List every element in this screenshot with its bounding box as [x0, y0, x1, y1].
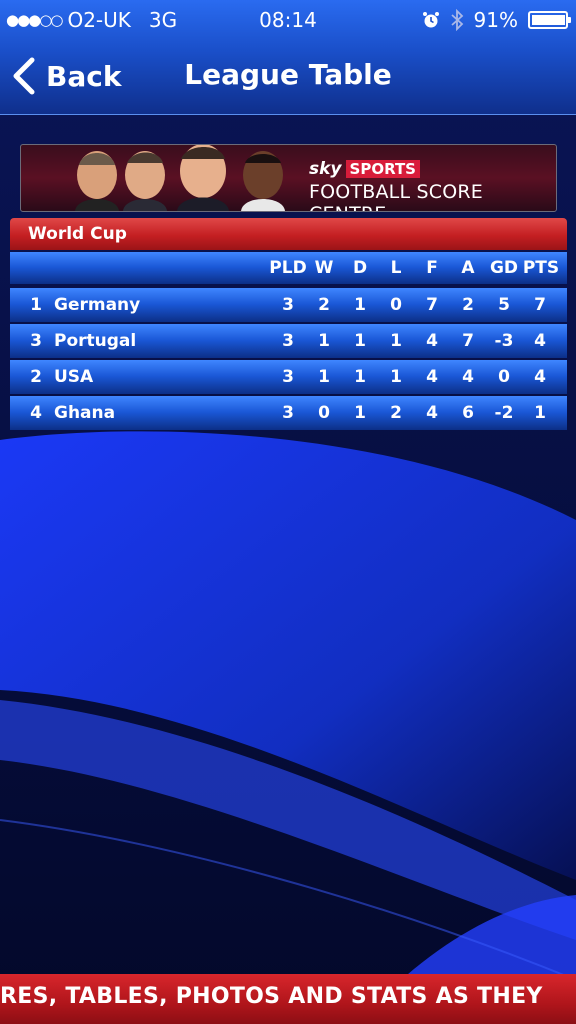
stat-pts: 7 [534, 295, 546, 315]
stat-l: 1 [390, 367, 402, 387]
stat-gd: 0 [498, 367, 510, 387]
team-position: 2 [30, 367, 42, 387]
team-position: 3 [30, 331, 42, 351]
sky-sports-banner: sky SPORTS FOOTBALL SCORE CENTRE [20, 144, 557, 212]
stat-gd: -2 [494, 403, 514, 423]
stat-a: 4 [462, 367, 474, 387]
table-header-row: PLD W D L F A GD PTS [10, 252, 567, 284]
column-header-a: A [461, 258, 475, 278]
table-row[interactable]: 4 Ghana 3 0 1 2 4 6 -2 1 [10, 396, 567, 430]
column-header-gd: GD [489, 258, 519, 278]
table-row[interactable]: 3 Portugal 3 1 1 1 4 7 -3 4 [10, 324, 567, 358]
stat-pld: 3 [282, 403, 294, 423]
stat-a: 6 [462, 403, 474, 423]
team-position: 4 [30, 403, 42, 423]
team-name: USA [54, 367, 94, 387]
bluetooth-icon [450, 9, 463, 31]
stat-pts: 1 [534, 403, 546, 423]
team-position: 1 [30, 295, 42, 315]
stat-f: 7 [426, 295, 438, 315]
stat-d: 1 [354, 295, 366, 315]
brand-sky: sky [309, 159, 342, 179]
stat-w: 1 [318, 367, 330, 387]
status-bar: ●●●○○ O2-UK 3G 08:14 91% [0, 0, 576, 40]
battery-icon [528, 11, 571, 29]
stat-f: 4 [426, 331, 438, 351]
league-table: PLD W D L F A GD PTS 1 Germany 3 2 1 0 7… [10, 252, 567, 432]
stat-d: 1 [354, 367, 366, 387]
column-header-l: L [390, 258, 402, 278]
stat-w: 1 [318, 331, 330, 351]
column-header-pts: PTS [522, 258, 560, 278]
stat-pld: 3 [282, 331, 294, 351]
stat-f: 4 [426, 403, 438, 423]
stat-gd: 5 [498, 295, 510, 315]
column-header-pld: PLD [269, 258, 307, 278]
stat-l: 1 [390, 331, 402, 351]
team-name: Germany [54, 295, 141, 315]
stat-l: 0 [390, 295, 402, 315]
stat-pld: 3 [282, 295, 294, 315]
team-name: Ghana [54, 403, 116, 423]
stat-f: 4 [426, 367, 438, 387]
stat-d: 1 [354, 331, 366, 351]
column-header-d: D [352, 258, 368, 278]
alarm-icon [422, 12, 439, 28]
column-header-f: F [426, 258, 438, 278]
table-row[interactable]: 1 Germany 3 2 1 0 7 2 5 7 [10, 288, 567, 322]
team-name: Portugal [54, 331, 137, 351]
stat-l: 2 [390, 403, 402, 423]
stat-gd: -3 [494, 331, 514, 351]
stat-pts: 4 [534, 367, 546, 387]
stat-w: 2 [318, 295, 330, 315]
news-ticker[interactable]: RES, TABLES, PHOTOS AND STATS AS THEY [0, 974, 576, 1024]
brand-sports: SPORTS [345, 160, 420, 178]
column-header-w: W [314, 258, 334, 278]
sky-sports-logo: sky SPORTS [309, 159, 420, 179]
stat-d: 1 [354, 403, 366, 423]
ticker-text: RES, TABLES, PHOTOS AND STATS AS THEY [0, 984, 543, 1009]
stat-pts: 4 [534, 331, 546, 351]
league-name-header: World Cup [10, 218, 567, 250]
stat-a: 2 [462, 295, 474, 315]
stat-w: 0 [318, 403, 330, 423]
presenters-image [75, 145, 285, 211]
stat-a: 7 [462, 331, 474, 351]
page-title: League Table [184, 58, 392, 91]
banner-subtitle: FOOTBALL SCORE CENTRE [309, 181, 483, 211]
battery-percentage: 91% [473, 8, 518, 32]
stat-pld: 3 [282, 367, 294, 387]
table-row[interactable]: 2 USA 3 1 1 1 4 4 0 4 [10, 360, 567, 394]
